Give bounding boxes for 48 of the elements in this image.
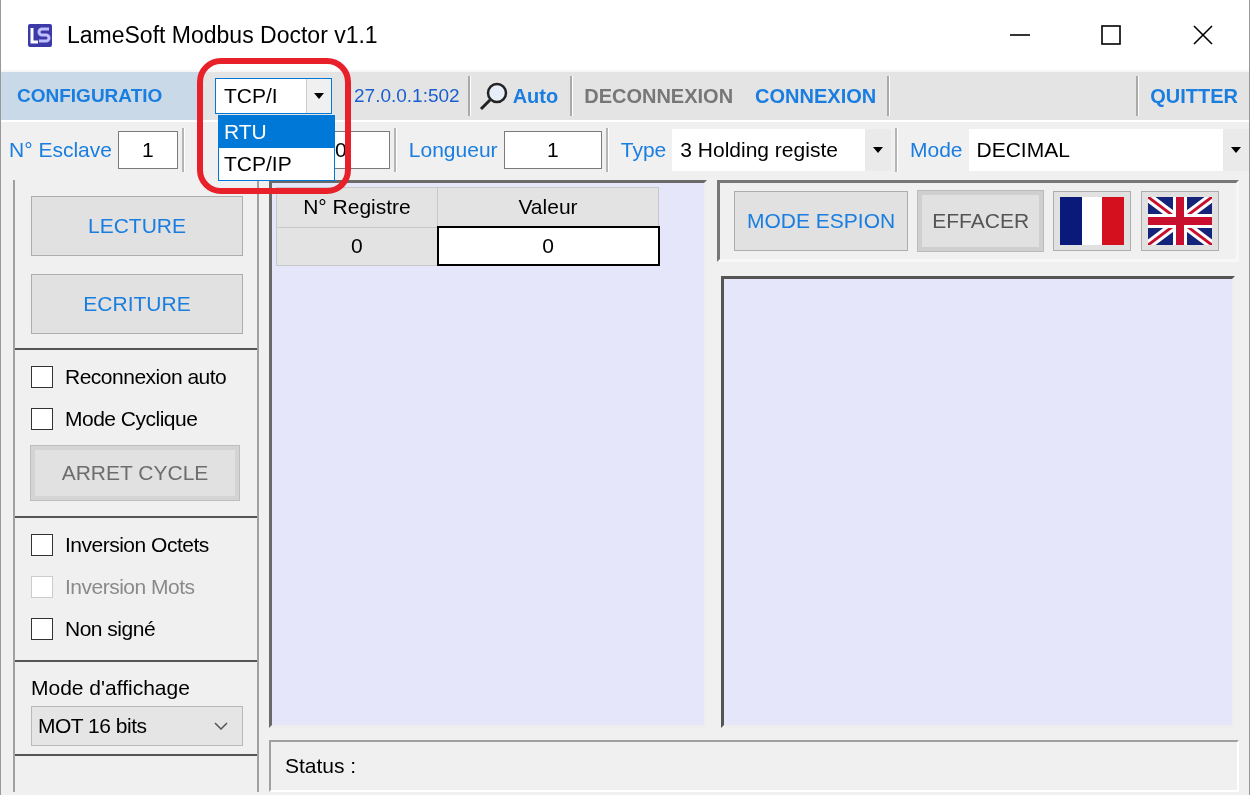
- auto-button[interactable]: Auto: [470, 81, 571, 111]
- dropdown-option[interactable]: RTU: [219, 116, 334, 148]
- caret-icon: [314, 93, 324, 99]
- column-header[interactable]: Valeur: [437, 187, 659, 227]
- dropdown-option[interactable]: TCP/IP: [219, 148, 334, 180]
- chevron-down-icon: [214, 722, 228, 730]
- search-icon: [478, 81, 509, 111]
- checkbox[interactable]: [31, 408, 53, 430]
- checkbox-label: Mode Cyclique: [65, 407, 198, 431]
- write-button[interactable]: ECRITURE: [31, 274, 243, 334]
- caret-icon: [873, 147, 884, 153]
- spy-mode-button[interactable]: MODE ESPION: [734, 191, 909, 251]
- display-mode-dropdown[interactable]: MOT 16 bits: [31, 706, 243, 746]
- read-button[interactable]: LECTURE: [31, 196, 243, 256]
- field-label: N° Esclave: [8, 138, 113, 162]
- number-field[interactable]: 1: [503, 131, 602, 169]
- app-logo-icon: [27, 21, 55, 49]
- caret-icon: [1231, 147, 1241, 153]
- protocol-dropdown[interactable]: TCP/I: [215, 78, 332, 114]
- french-language-button[interactable]: [1053, 191, 1132, 251]
- checkbox-label: Inversion Octets: [65, 533, 209, 557]
- connect-button[interactable]: CONNEXION: [744, 84, 888, 108]
- checkbox-label: Inversion Mots: [65, 575, 195, 599]
- status-text: Status :: [285, 754, 357, 778]
- checkbox-label: Non signé: [65, 617, 156, 641]
- french-flag-icon: [1060, 197, 1125, 245]
- checkbox[interactable]: [31, 366, 53, 388]
- checkbox[interactable]: [31, 534, 53, 556]
- select-field[interactable]: DECIMAL: [968, 129, 1249, 171]
- select-field[interactable]: 3 Holding registe: [672, 129, 892, 171]
- field-label: Mode: [908, 138, 964, 162]
- checkbox[interactable]: [31, 618, 53, 640]
- table-cell[interactable]: 0: [437, 227, 659, 265]
- british-flag-icon: [1148, 197, 1213, 245]
- checkbox-label: Reconnexion auto: [65, 365, 227, 389]
- minimize-icon: [1008, 34, 1031, 36]
- number-field[interactable]: 1: [117, 131, 178, 169]
- field-label: Longueur: [407, 138, 499, 162]
- close-icon: [1192, 24, 1215, 46]
- window-title: LameSoft Modbus Doctor v1.1: [67, 21, 379, 49]
- english-language-button[interactable]: [1141, 191, 1220, 251]
- column-header[interactable]: N° Registre: [276, 187, 438, 227]
- field-label: Type: [619, 138, 668, 162]
- field-label: Mode d'affichage: [31, 676, 191, 700]
- quit-button[interactable]: QUITTER: [1139, 84, 1249, 108]
- maximize-icon: [1100, 24, 1123, 46]
- row-header: 0: [276, 227, 438, 265]
- address-text: 27.0.0.1:502: [354, 85, 461, 107]
